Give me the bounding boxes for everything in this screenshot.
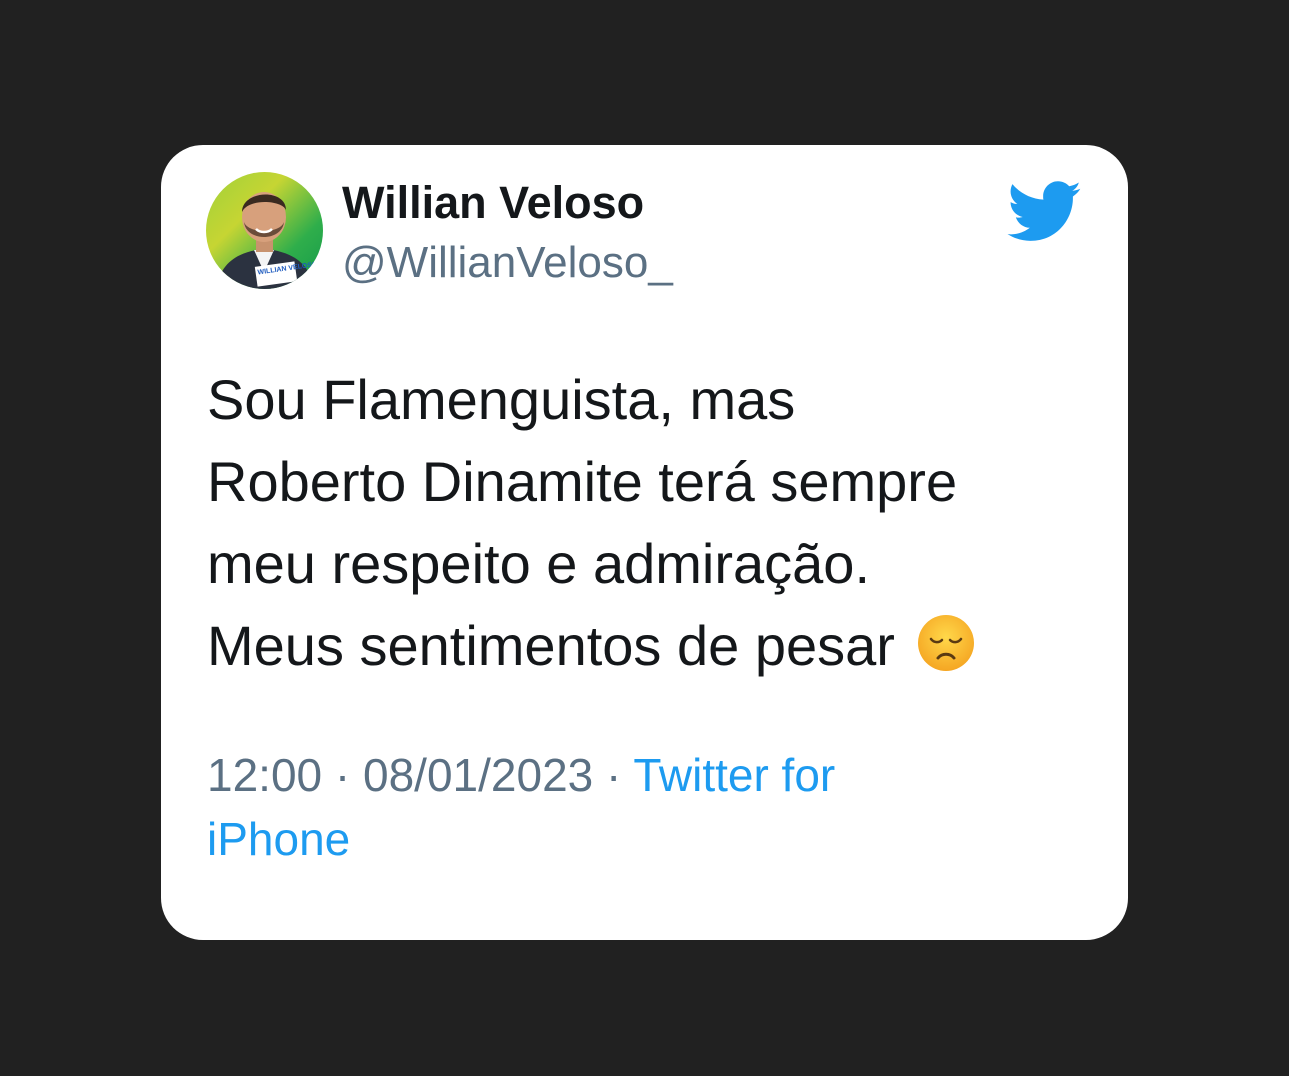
disappointed-face-icon [918, 615, 975, 671]
display-name[interactable]: Willian Veloso [342, 175, 644, 231]
avatar[interactable]: WILLIAN VELOSO [206, 172, 323, 289]
tweet-time[interactable]: 12:00 [207, 749, 322, 801]
meta-line: 12:00 · 08/01/2023 · Twitter for [207, 743, 1087, 807]
meta-line: iPhone [207, 807, 1087, 871]
tweet-text-line: Sou Flamenguista, mas [207, 368, 796, 431]
meta-separator: · [606, 749, 622, 801]
tweet-text-line: Meus sentimentos de pesar [207, 614, 895, 677]
tweet-text-line-last: Meus sentimentos de pesar [207, 605, 1087, 687]
tweet-text-line: meu respeito e admiração. [207, 532, 871, 595]
tweet-text: Sou Flamenguista, mas Roberto Dinamite t… [207, 359, 1087, 687]
user-handle[interactable]: @WillianVeloso_ [342, 235, 673, 291]
tweet-source-link[interactable]: iPhone [207, 813, 350, 865]
tweet-card: WILLIAN VELOSO Willian Veloso @WillianVe… [161, 145, 1128, 940]
tweet-date[interactable]: 08/01/2023 [363, 749, 593, 801]
tweet-text-line: Roberto Dinamite terá sempre [207, 450, 958, 513]
tweet-source-link[interactable]: Twitter for [633, 749, 835, 801]
meta-separator: · [334, 749, 351, 801]
tweet-meta: 12:00 · 08/01/2023 · Twitter for iPhone [207, 743, 1087, 871]
avatar-photo: WILLIAN VELOSO [216, 192, 318, 289]
twitter-bird-icon [1007, 181, 1081, 241]
